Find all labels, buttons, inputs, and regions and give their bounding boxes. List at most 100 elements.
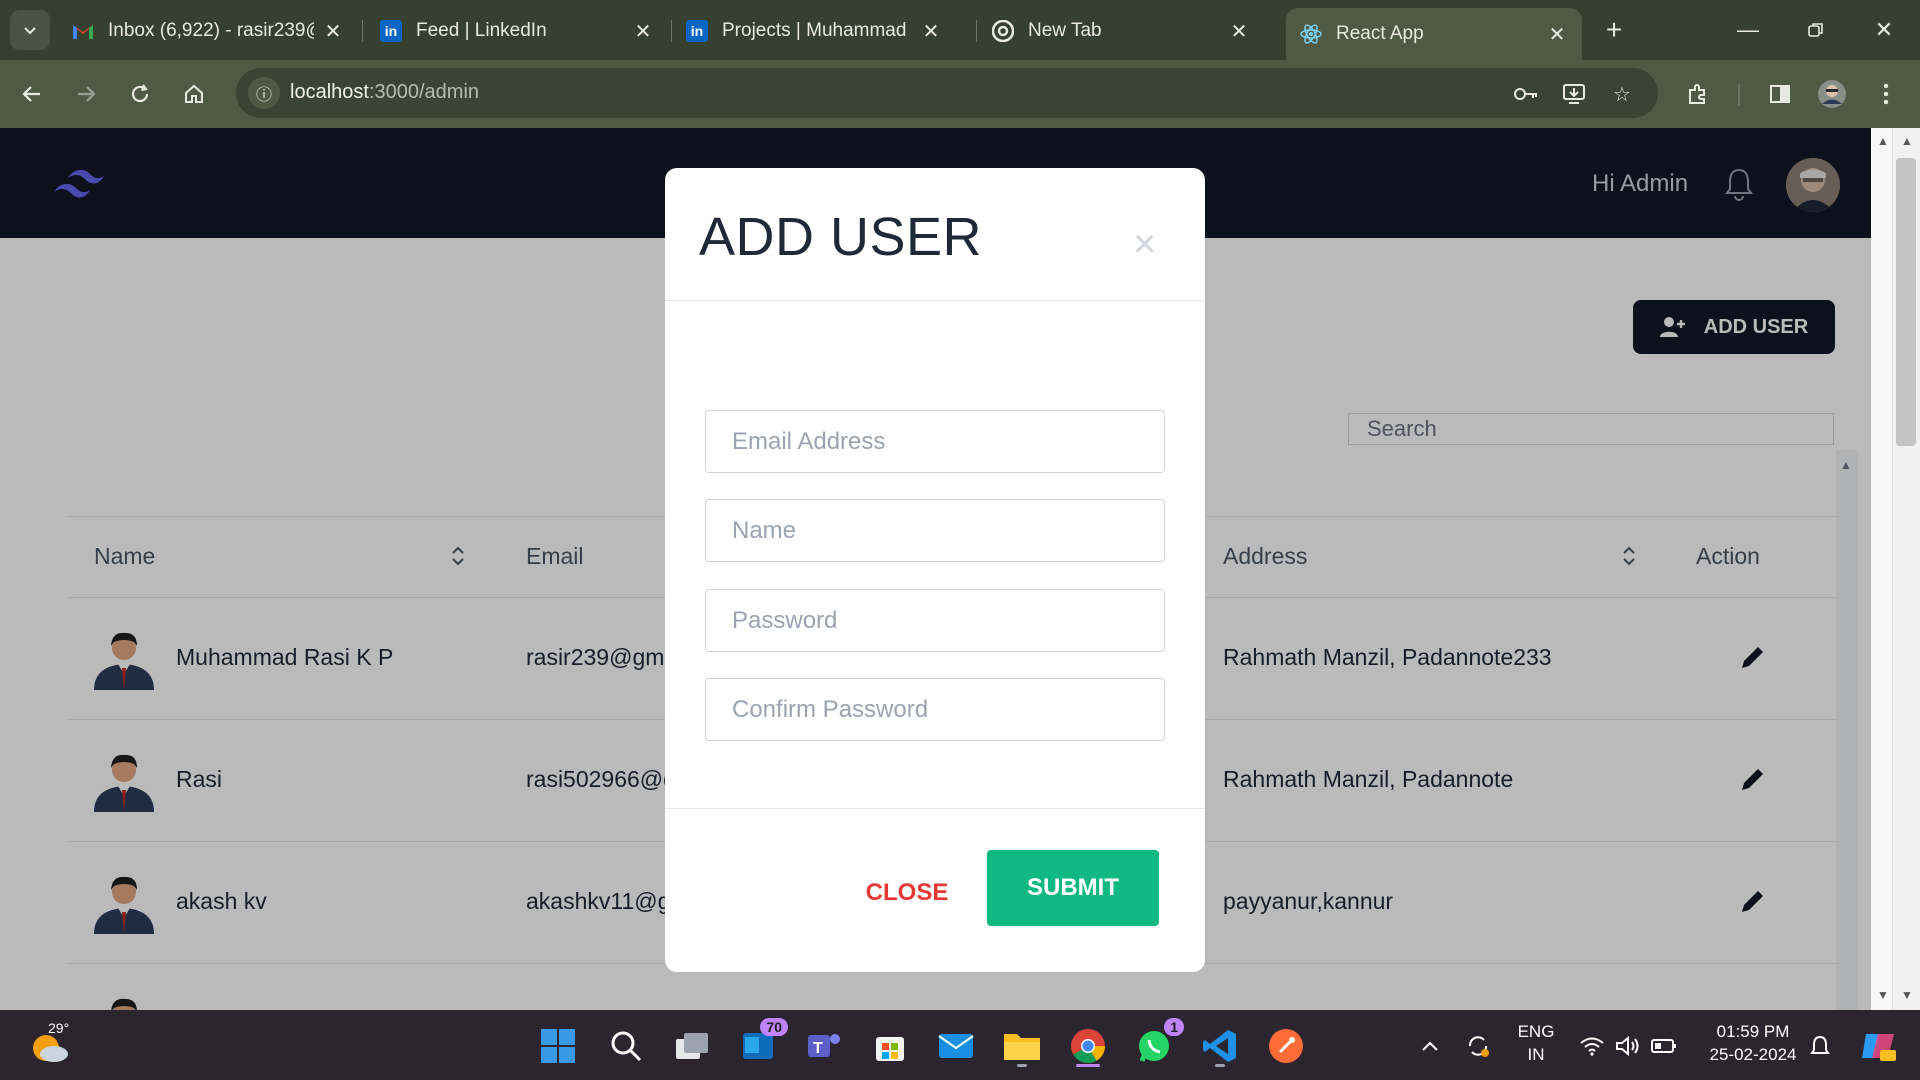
taskbar-postman[interactable] xyxy=(1264,1024,1308,1068)
active-indicator xyxy=(1076,1064,1100,1067)
weather-temperature: 29° xyxy=(48,1020,70,1036)
language-indicator-top[interactable]: ENG xyxy=(1514,1022,1558,1042)
close-icon[interactable]: ✕ xyxy=(920,19,942,44)
chevron-up-icon[interactable] xyxy=(1416,1032,1444,1060)
url-host: localhost xyxy=(290,81,369,103)
name-field[interactable] xyxy=(705,499,1165,562)
scrollbar-thumb[interactable] xyxy=(1896,158,1916,446)
url-text: localhost:3000/admin xyxy=(290,81,479,104)
language-indicator-bottom[interactable]: IN xyxy=(1514,1045,1558,1065)
bookmark-star-icon[interactable]: ☆ xyxy=(1608,80,1636,108)
taskbar-vscode[interactable] xyxy=(1198,1024,1242,1068)
submit-button[interactable]: SUBMIT xyxy=(987,850,1159,926)
tab-react-app[interactable]: React App ✕ xyxy=(1286,8,1582,60)
puzzle-icon xyxy=(1689,84,1705,104)
taskbar-outlook[interactable]: 70 xyxy=(736,1018,788,1068)
task-view-icon xyxy=(676,1033,708,1059)
mail-icon xyxy=(938,1034,974,1058)
scroll-up-arrow[interactable]: ▲ xyxy=(1901,134,1913,148)
tab-search-button[interactable] xyxy=(10,10,50,50)
site-info-icon[interactable]: ⓘ xyxy=(248,77,280,109)
copilot-icon[interactable] xyxy=(1858,1032,1898,1061)
react-icon xyxy=(1300,23,1322,45)
chevron-down-icon xyxy=(24,27,36,35)
add-user-modal: ADD USER × CLOSE SUBMIT xyxy=(665,168,1205,972)
taskbar-store[interactable] xyxy=(868,1024,912,1068)
close-icon[interactable]: ✕ xyxy=(1228,19,1250,44)
side-panel-icon xyxy=(1770,85,1790,103)
close-icon[interactable]: ✕ xyxy=(322,19,344,44)
minimize-button[interactable]: — xyxy=(1718,10,1778,50)
postman-icon xyxy=(1269,1029,1303,1063)
battery-icon[interactable] xyxy=(1650,1032,1678,1060)
reload-icon xyxy=(131,84,149,103)
home-button[interactable] xyxy=(174,74,214,114)
scroll-down-arrow[interactable]: ▼ xyxy=(1877,988,1889,1002)
taskbar-mail[interactable] xyxy=(934,1024,978,1068)
close-window-button[interactable]: ✕ xyxy=(1854,10,1914,50)
close-icon[interactable]: ✕ xyxy=(632,19,654,44)
extensions-button[interactable] xyxy=(1678,74,1718,114)
scroll-down-arrow[interactable]: ▼ xyxy=(1901,988,1913,1002)
page-viewport: Hi Admin ADD USER Search Name Email Addr… xyxy=(0,128,1871,1010)
clock-date[interactable]: 25-02-2024 xyxy=(1688,1045,1818,1065)
modal-divider xyxy=(665,808,1205,809)
profile-avatar-icon xyxy=(1818,80,1846,108)
sync-icon[interactable] xyxy=(1464,1032,1492,1060)
tab-title: New Tab xyxy=(1028,20,1102,41)
page-scrollbar[interactable]: ▲ ▲ ▼ ▼ xyxy=(1871,128,1920,1010)
scroll-up-arrow[interactable]: ▲ xyxy=(1877,134,1889,148)
new-tab-button[interactable]: + xyxy=(1598,14,1630,46)
tab-new-tab[interactable]: New Tab ✕ xyxy=(978,8,1264,54)
email-field[interactable] xyxy=(705,410,1165,473)
chrome-icon xyxy=(992,20,1014,42)
tab-title: Inbox (6,922) - rasir239@ xyxy=(108,20,314,41)
start-button[interactable] xyxy=(536,1024,580,1068)
notification-icon[interactable] xyxy=(1806,1032,1834,1060)
profile-button[interactable] xyxy=(1812,74,1852,114)
password-field[interactable] xyxy=(705,589,1165,652)
tab-linkedin-feed[interactable]: in Feed | LinkedIn ✕ xyxy=(366,8,668,54)
gmail-icon xyxy=(72,20,94,42)
side-panel-button[interactable] xyxy=(1760,74,1800,114)
tab-linkedin-projects[interactable]: in Projects | Muhammad Ra ✕ xyxy=(672,8,956,54)
modal-title: ADD USER xyxy=(699,207,983,267)
running-indicator xyxy=(1215,1064,1225,1067)
modal-close-icon[interactable]: × xyxy=(1133,222,1156,267)
svg-text:T: T xyxy=(813,1040,823,1057)
confirm-password-field[interactable] xyxy=(705,678,1165,741)
toolbar-divider xyxy=(1738,84,1740,106)
search-icon xyxy=(611,1031,642,1062)
clock-time[interactable]: 01:59 PM xyxy=(1688,1022,1818,1042)
menu-button[interactable] xyxy=(1866,74,1906,114)
key-icon[interactable] xyxy=(1512,80,1540,108)
url-path: :3000/admin xyxy=(368,81,480,103)
address-bar[interactable]: ⓘ localhost:3000/admin ☆ xyxy=(236,68,1658,118)
kebab-menu-icon xyxy=(1883,83,1889,105)
wifi-icon[interactable] xyxy=(1578,1032,1606,1060)
task-view[interactable] xyxy=(670,1024,714,1068)
forward-button[interactable] xyxy=(66,74,106,114)
taskbar-file-explorer[interactable] xyxy=(1000,1024,1044,1068)
tab-title: React App xyxy=(1336,23,1424,44)
running-indicator xyxy=(1017,1064,1027,1067)
install-app-icon[interactable] xyxy=(1560,80,1588,108)
tab-gmail[interactable]: Inbox (6,922) - rasir239@ ✕ xyxy=(58,8,358,54)
back-button[interactable] xyxy=(12,74,52,114)
restore-button[interactable] xyxy=(1786,10,1846,50)
taskbar-teams[interactable]: T xyxy=(802,1024,846,1068)
linkedin-icon: in xyxy=(686,20,708,42)
taskbar-search[interactable] xyxy=(604,1024,648,1068)
close-icon[interactable]: ✕ xyxy=(1546,22,1568,47)
taskbar-chrome[interactable] xyxy=(1066,1024,1110,1068)
whatsapp-badge: 1 xyxy=(1164,1018,1184,1036)
close-button[interactable]: CLOSE xyxy=(851,868,963,918)
browser-tab-bar: Inbox (6,922) - rasir239@ ✕ in Feed | Li… xyxy=(0,0,1920,60)
taskbar-whatsapp[interactable]: 1 xyxy=(1132,1018,1184,1068)
outlook-badge: 70 xyxy=(760,1018,788,1036)
folder-icon xyxy=(1004,1034,1040,1060)
tab-title: Feed | LinkedIn xyxy=(416,20,547,41)
reload-button[interactable] xyxy=(120,74,160,114)
linkedin-icon: in xyxy=(380,20,402,42)
volume-icon[interactable] xyxy=(1614,1032,1642,1060)
